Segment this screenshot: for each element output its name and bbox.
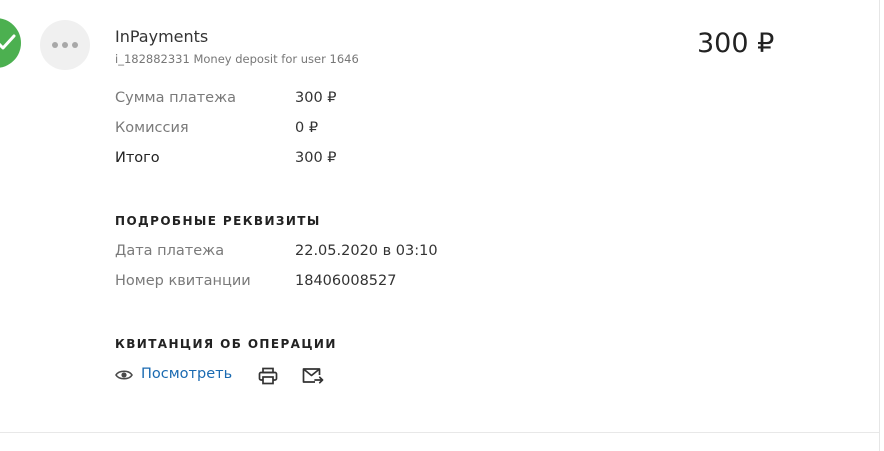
- receipt-number-label: Номер квитанции: [115, 273, 251, 289]
- details-heading: ПОДРОБНЫЕ РЕКВИЗИТЫ: [115, 214, 321, 228]
- commission-value: 0 ₽: [295, 120, 319, 136]
- payment-description: i_182882331 Money deposit for user 1646: [115, 52, 359, 66]
- commission-label: Комиссия: [115, 120, 189, 136]
- payment-sum-label: Сумма платежа: [115, 90, 237, 106]
- eye-icon[interactable]: [115, 368, 133, 382]
- payment-details-panel: InPayments i_182882331 Money deposit for…: [0, 0, 884, 451]
- total-label: Итого: [115, 150, 160, 166]
- right-divider: [879, 0, 880, 451]
- more-dots-icon: [52, 42, 78, 48]
- payment-total-amount: 300 ₽: [697, 28, 775, 59]
- payment-date-value: 22.05.2020 в 03:10: [295, 243, 438, 259]
- receipt-heading: КВИТАНЦИЯ ОБ ОПЕРАЦИИ: [115, 337, 337, 351]
- payment-sum-value: 300 ₽: [295, 90, 337, 106]
- view-receipt-link[interactable]: Посмотреть: [141, 366, 232, 382]
- mail-forward-icon[interactable]: [302, 367, 324, 385]
- total-value: 300 ₽: [295, 150, 337, 166]
- printer-icon[interactable]: [258, 367, 278, 385]
- receipt-number-value: 18406008527: [295, 273, 397, 289]
- bottom-divider: [0, 432, 879, 433]
- payment-date-label: Дата платежа: [115, 243, 225, 259]
- merchant-name: InPayments: [115, 27, 209, 46]
- merchant-logo: [40, 20, 90, 70]
- checkmark-icon: [0, 34, 16, 50]
- success-status-badge: [0, 18, 21, 68]
